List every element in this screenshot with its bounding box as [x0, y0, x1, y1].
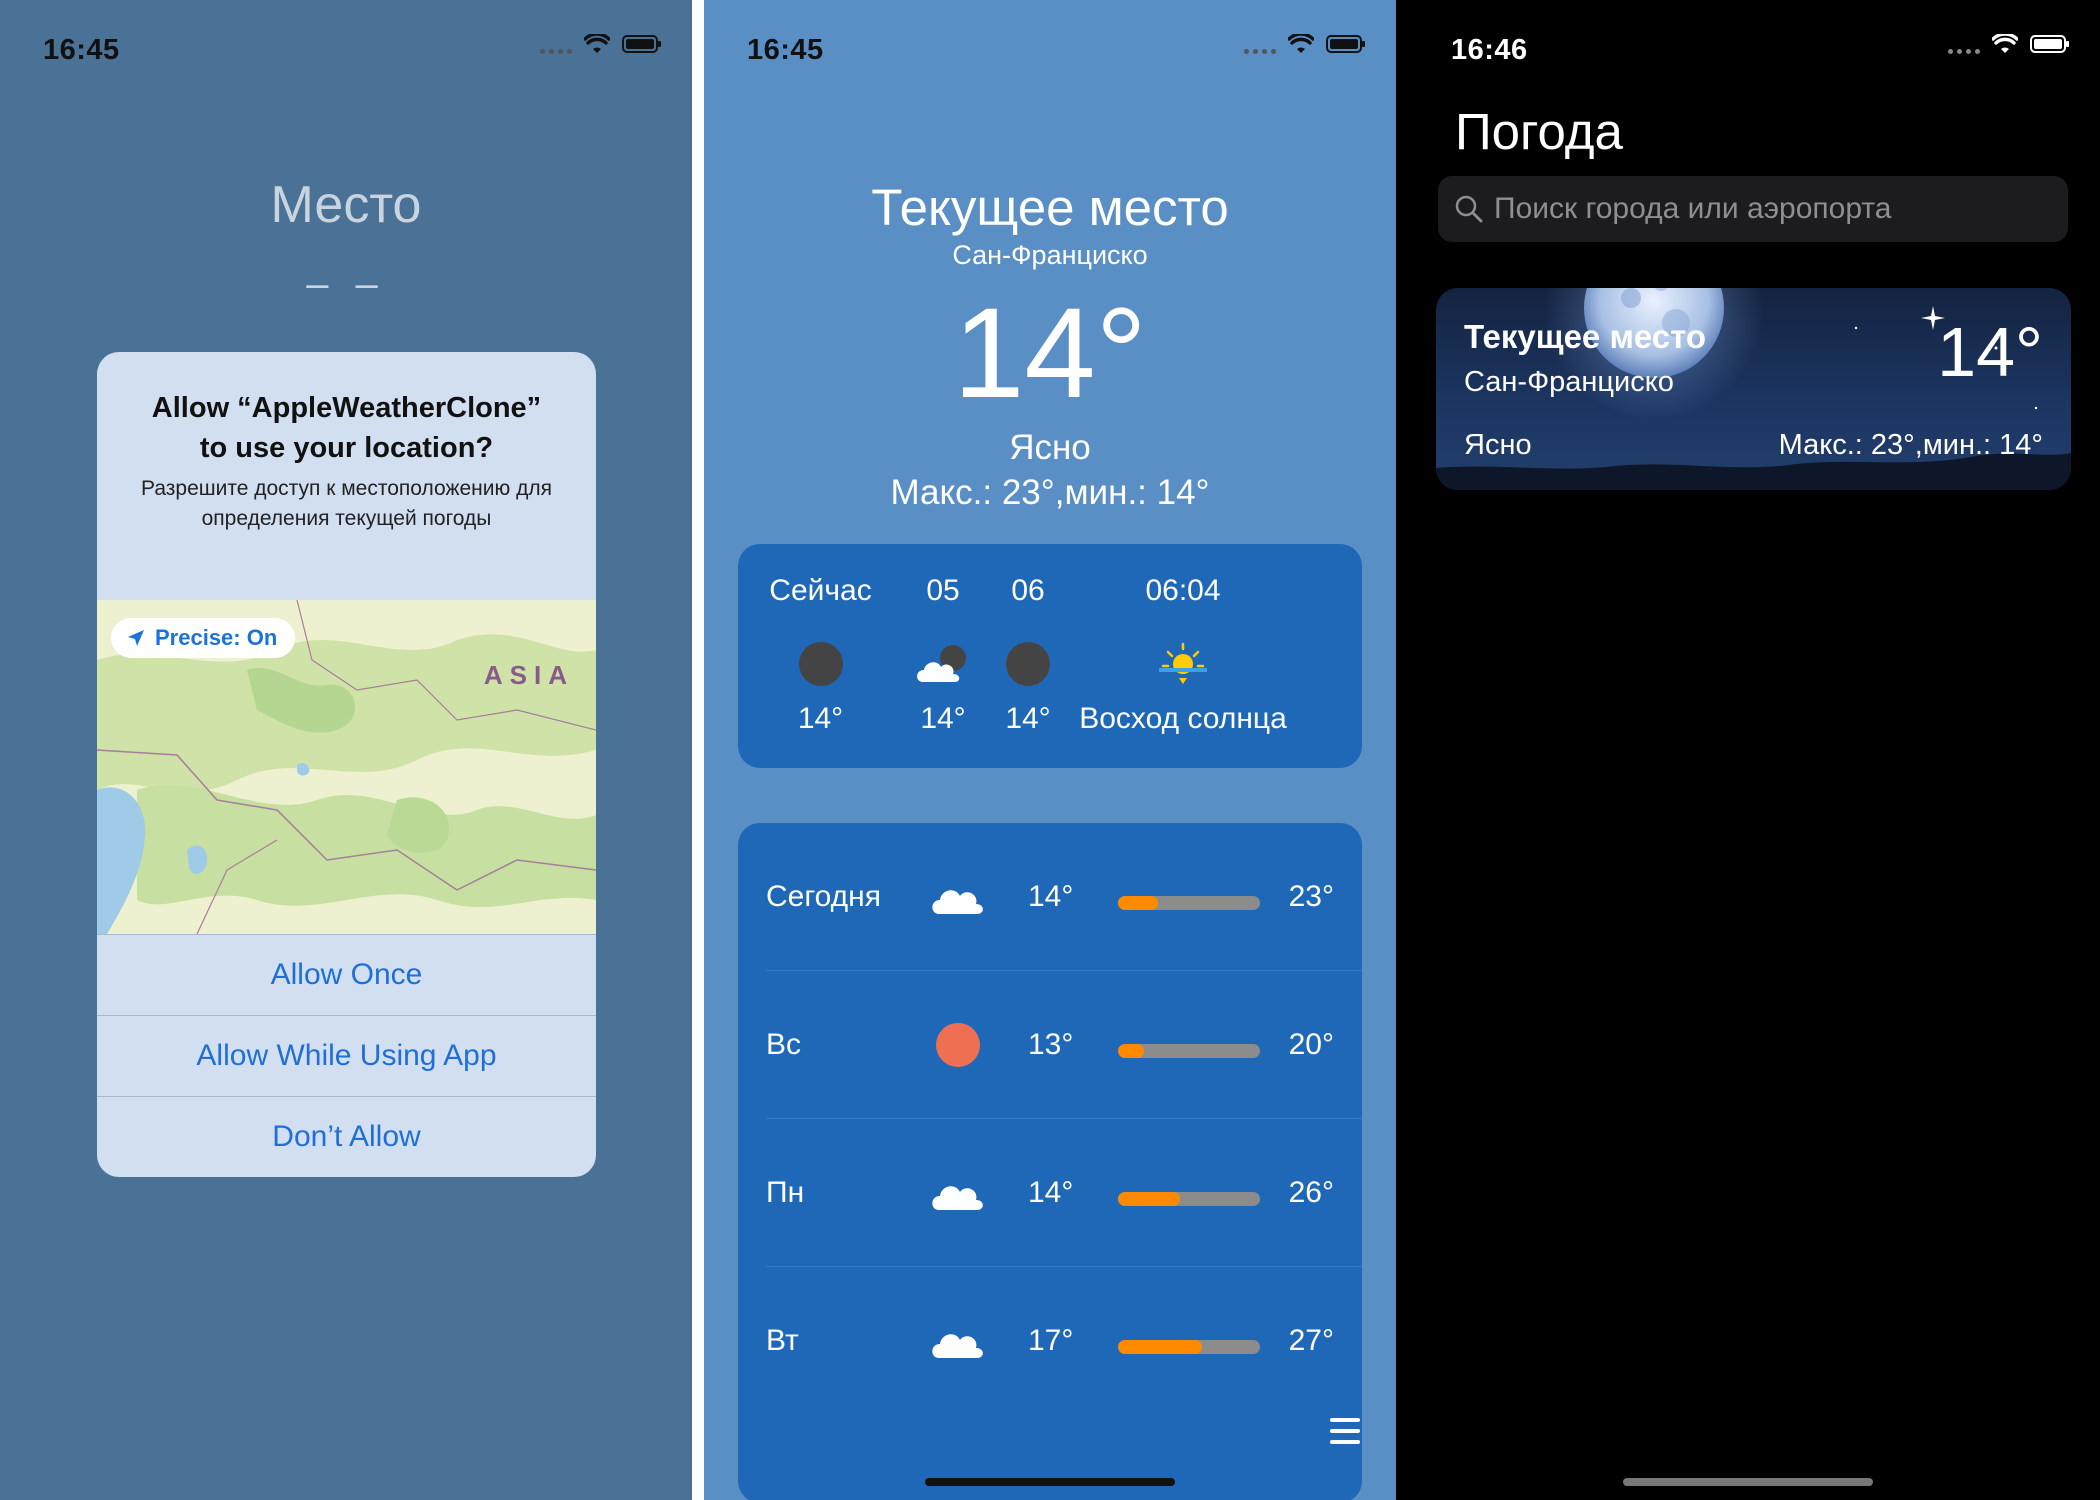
cloud-moon-icon	[917, 645, 966, 682]
precise-label: Precise: On	[155, 625, 278, 650]
location-title: Текущее место	[871, 179, 1229, 236]
card-condition: Ясно	[1464, 429, 1532, 461]
sun-icon	[936, 1023, 980, 1067]
low-temp: 14°	[1028, 1176, 1074, 1209]
home-indicator[interactable]	[925, 1478, 1175, 1486]
day-label: Вс	[766, 1028, 802, 1061]
search-icon	[1452, 192, 1486, 226]
temp-range-bar	[1118, 1340, 1260, 1354]
day-label: Сегодня	[766, 880, 881, 913]
home-indicator[interactable]	[1623, 1478, 1873, 1486]
condition: Ясно	[1009, 428, 1091, 467]
allow-once-button[interactable]: Allow Once	[97, 934, 596, 1015]
search-placeholder: Поиск города или аэропорта	[1494, 192, 1892, 225]
hour-label-sunrise: Восход солнца	[1079, 702, 1287, 735]
weather-list-screen: 16:46 Погода Поиск города или аэропорта	[1396, 0, 2100, 1500]
high-temp: 23°	[1288, 880, 1334, 913]
hourly-item: 06:04 Восход солнца	[1073, 544, 1293, 768]
high-temp: 20°	[1288, 1028, 1334, 1061]
card-city: Сан-Франциско	[1464, 366, 1674, 398]
status-time: 16:45	[747, 34, 824, 66]
status-time: 16:46	[1451, 34, 1528, 66]
cloud-icon	[932, 890, 983, 914]
status-bar: 16:45	[0, 0, 692, 100]
allow-while-using-button[interactable]: Allow While Using App	[97, 1015, 596, 1096]
moon-icon	[798, 642, 843, 686]
hi-lo-range: Макс.: 23°,мин.: 14°	[890, 473, 1210, 512]
wifi-icon	[1288, 34, 1314, 53]
cloud-icon	[932, 1334, 983, 1358]
city-list-button[interactable]	[1330, 1418, 1360, 1444]
battery-icon	[2030, 35, 2069, 53]
battery-icon	[622, 35, 661, 53]
precise-toggle[interactable]: Precise: On	[111, 618, 296, 658]
location-permission-screen: 16:45 Место – – Allow “AppleWeatherClone…	[0, 0, 692, 1500]
status-bar: 16:45	[704, 0, 1396, 100]
low-temp: 13°	[1028, 1028, 1074, 1061]
card-temperature: 14°	[1937, 313, 2043, 391]
moon-icon	[1006, 642, 1050, 686]
low-temp: 14°	[1028, 880, 1074, 913]
city-card[interactable]: Текущее место Сан-Франциско 14° Ясно Мак…	[1436, 288, 2071, 490]
current-temperature: 14°	[953, 282, 1147, 425]
low-temp: 17°	[1028, 1324, 1074, 1357]
hour-label: 05	[926, 574, 960, 607]
hourly-item: 05 14°	[903, 544, 983, 768]
location-permission-alert: Allow “AppleWeatherClone” to use your lo…	[97, 352, 596, 1177]
hourly-forecast[interactable]: Сейчас 14° 05 14° 06 14° 06:04 Восход со…	[738, 544, 1362, 768]
day-label: Пн	[766, 1176, 805, 1209]
day-label: Вт	[766, 1324, 799, 1357]
hour-label: Сейчас	[769, 574, 872, 607]
alert-message: Разрешите доступ к местоположению для оп…	[141, 477, 552, 530]
daily-row: Вт 17° 27°	[738, 1267, 1362, 1415]
temp-range-bar	[1118, 1192, 1260, 1206]
card-hi-lo: Макс.: 23°,мин.: 14°	[1778, 429, 2043, 461]
wifi-icon	[584, 34, 610, 53]
cloud-icon	[932, 1186, 983, 1210]
cellular-icon	[1948, 48, 1980, 54]
temp-range-bar	[1118, 896, 1260, 910]
city-name: Сан-Франциско	[952, 240, 1148, 270]
status-time: 16:45	[43, 34, 120, 66]
alert-title: Allow “AppleWeatherClone” to use your lo…	[151, 392, 542, 464]
high-temp: 26°	[1288, 1176, 1334, 1209]
hourly-item: Сейчас 14°	[738, 544, 903, 768]
sunrise-icon	[1159, 642, 1207, 684]
temp-range-bar	[1118, 1044, 1260, 1058]
hourly-item: 06 14°	[983, 544, 1073, 768]
daily-row: Пн 14° 26°	[738, 1119, 1362, 1267]
hour-label: 06	[1011, 574, 1045, 607]
daily-row: Сегодня 14° 23°	[738, 823, 1362, 971]
daily-forecast[interactable]: Сегодня 14° 23° Вс 13° 20° Пн 14° 26° Вт	[738, 823, 1362, 1500]
location-title: Место	[270, 176, 422, 234]
map-region-label: ASIA	[483, 660, 574, 690]
hour-temp: 14°	[797, 702, 844, 735]
location-arrow-icon	[128, 630, 144, 646]
temperature-placeholder: – –	[306, 262, 386, 306]
high-temp: 27°	[1288, 1324, 1334, 1357]
wifi-icon	[1992, 34, 2018, 53]
battery-icon	[1326, 35, 1365, 53]
status-bar: 16:46	[1396, 0, 2100, 100]
hour-label: 06:04	[1145, 574, 1221, 607]
hour-temp: 14°	[1005, 702, 1051, 735]
location-map[interactable]: Precise: On ASIA	[97, 600, 596, 934]
hour-temp: 14°	[920, 702, 966, 735]
weather-detail-screen: 16:45 Текущее место Сан-Франциско 14° Яс…	[704, 0, 1396, 1500]
cellular-icon	[1244, 48, 1276, 54]
daily-row: Вс 13° 20°	[738, 971, 1362, 1119]
search-field[interactable]: Поиск города или аэропорта	[1438, 176, 2068, 242]
dont-allow-button[interactable]: Don’t Allow	[97, 1096, 596, 1177]
page-title: Погода	[1455, 103, 1623, 160]
cellular-icon	[540, 48, 572, 54]
card-location: Текущее место	[1464, 318, 1707, 355]
